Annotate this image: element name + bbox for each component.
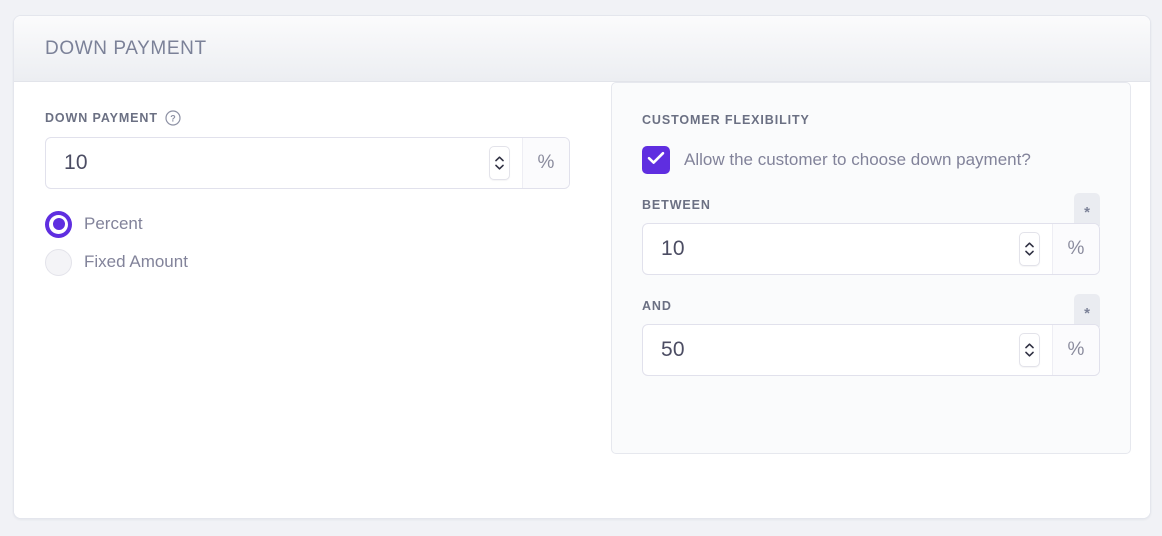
down-payment-label-row: DOWN PAYMENT ? bbox=[45, 110, 570, 126]
between-input[interactable]: 10 bbox=[643, 224, 1019, 274]
down-payment-input[interactable]: 10 bbox=[46, 138, 489, 188]
customer-flexibility-title: CUSTOMER FLEXIBILITY bbox=[642, 113, 810, 127]
down-payment-settings-column: DOWN PAYMENT ? 10 % Percent Fixed Amount bbox=[45, 110, 570, 281]
question-circle-icon[interactable]: ? bbox=[165, 110, 181, 126]
and-field: AND * 50 % bbox=[642, 294, 1100, 376]
radio-fixed-amount-label: Fixed Amount bbox=[84, 252, 188, 271]
down-payment-unit-suffix: % bbox=[522, 138, 569, 188]
down-payment-label: DOWN PAYMENT bbox=[45, 111, 158, 125]
allow-customer-choice-row[interactable]: Allow the customer to choose down paymen… bbox=[642, 146, 1100, 174]
between-field: BETWEEN * 10 % bbox=[642, 193, 1100, 275]
check-icon bbox=[647, 151, 665, 170]
customer-flexibility-panel: CUSTOMER FLEXIBILITY Allow the customer … bbox=[611, 82, 1131, 454]
allow-customer-choice-label: Allow the customer to choose down paymen… bbox=[684, 150, 1031, 169]
between-stepper[interactable] bbox=[1019, 232, 1040, 266]
chevron-up-icon[interactable] bbox=[1025, 242, 1034, 248]
down-payment-stepper[interactable] bbox=[489, 146, 510, 180]
radio-option-fixed-amount[interactable]: Fixed Amount bbox=[45, 243, 570, 281]
svg-text:?: ? bbox=[170, 114, 176, 124]
down-payment-card: DOWN PAYMENT DOWN PAYMENT ? 10 % Percent… bbox=[13, 15, 1151, 519]
chevron-down-icon[interactable] bbox=[1025, 250, 1034, 256]
between-required-badge: * bbox=[1074, 193, 1100, 226]
radio-fixed-amount-indicator[interactable] bbox=[45, 248, 72, 276]
radio-percent-label: Percent bbox=[84, 214, 143, 233]
allow-customer-choice-checkbox[interactable] bbox=[642, 146, 670, 174]
and-input-wrapper[interactable]: 50 % bbox=[642, 324, 1100, 376]
chevron-down-icon[interactable] bbox=[495, 164, 504, 170]
radio-option-percent[interactable]: Percent bbox=[45, 205, 570, 243]
card-header: DOWN PAYMENT bbox=[14, 16, 1150, 82]
chevron-down-icon[interactable] bbox=[1025, 351, 1034, 357]
and-label: AND bbox=[642, 299, 672, 313]
chevron-up-icon[interactable] bbox=[1025, 343, 1034, 349]
down-payment-input-wrapper[interactable]: 10 % bbox=[45, 137, 570, 189]
and-unit-suffix: % bbox=[1052, 325, 1099, 375]
between-input-wrapper[interactable]: 10 % bbox=[642, 223, 1100, 275]
card-body: DOWN PAYMENT ? 10 % Percent Fixed Amount… bbox=[14, 82, 1150, 518]
and-required-badge: * bbox=[1074, 294, 1100, 327]
between-unit-suffix: % bbox=[1052, 224, 1099, 274]
and-stepper[interactable] bbox=[1019, 333, 1040, 367]
between-label: BETWEEN bbox=[642, 198, 711, 212]
radio-percent-indicator[interactable] bbox=[45, 210, 72, 238]
chevron-up-icon[interactable] bbox=[495, 156, 504, 162]
page-title: DOWN PAYMENT bbox=[45, 37, 207, 59]
down-payment-type-radio-group: Percent Fixed Amount bbox=[45, 205, 570, 281]
and-input[interactable]: 50 bbox=[643, 325, 1019, 375]
